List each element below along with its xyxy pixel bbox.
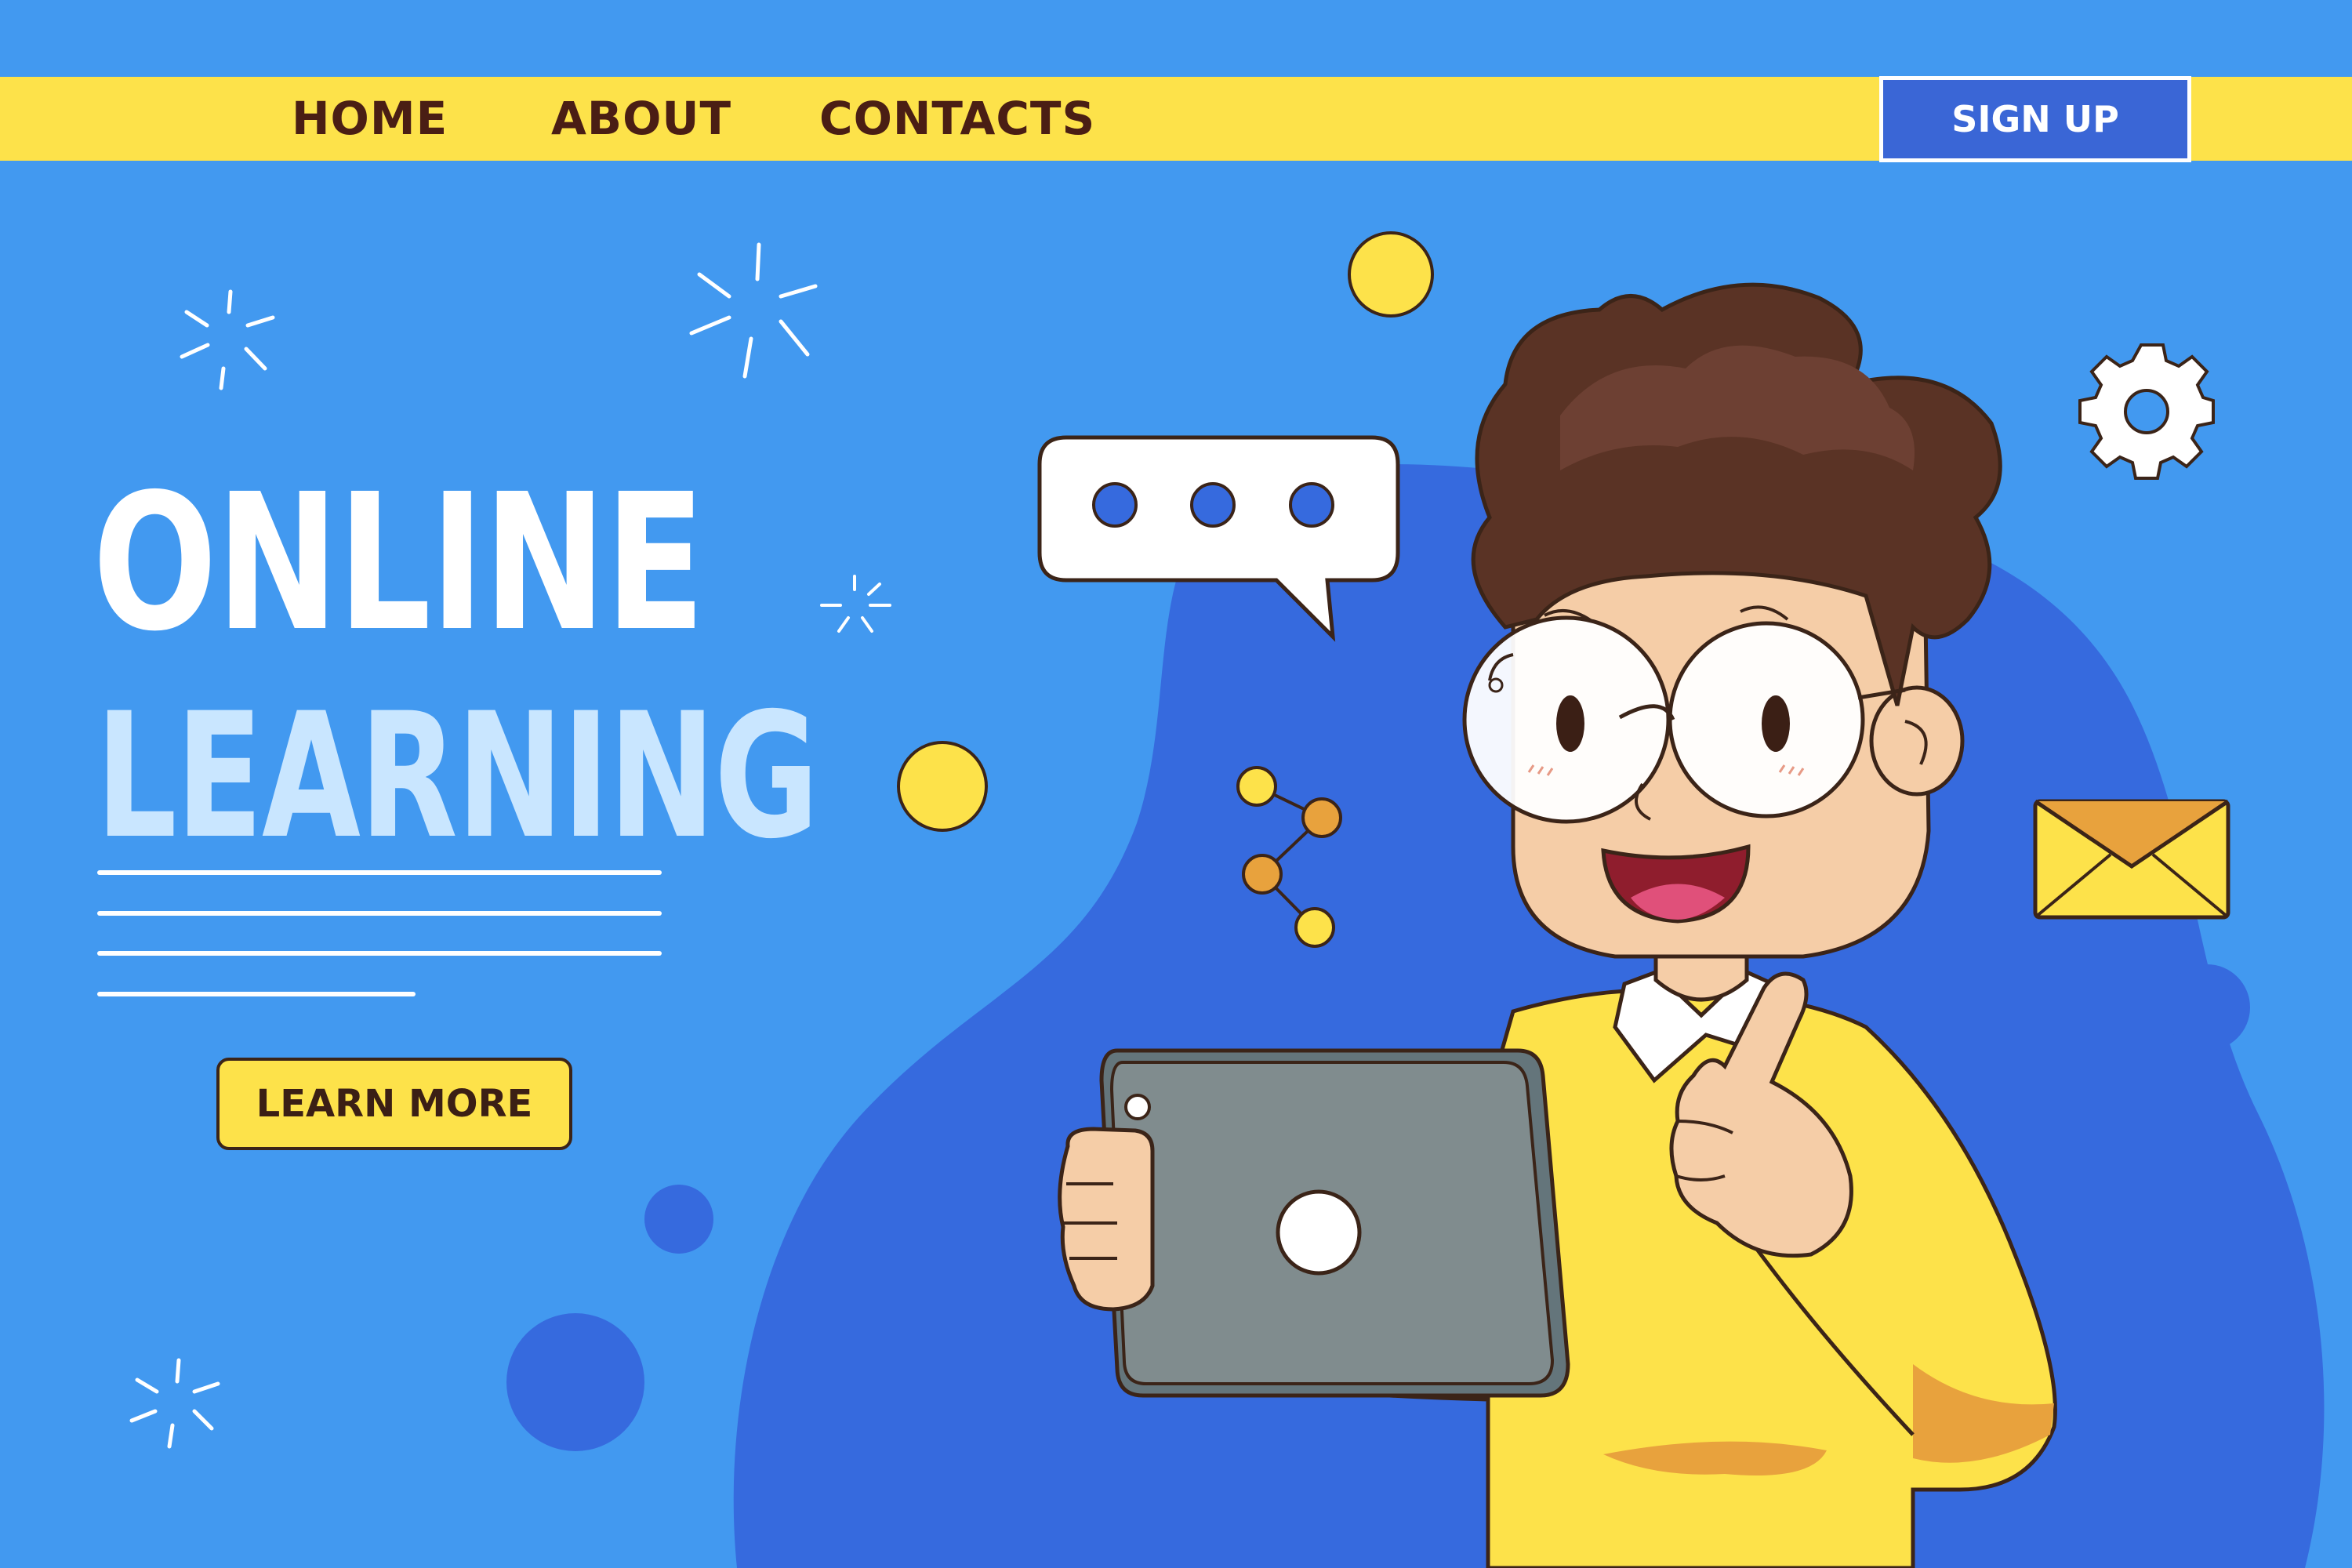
hero-subtitle: LEARNING [96, 676, 819, 877]
learn-more-button[interactable]: LEARN MORE [216, 1058, 572, 1150]
divider-line [97, 870, 662, 875]
deco-circle-blue-3 [2164, 964, 2250, 1051]
left-hand [1058, 1127, 1155, 1312]
nav-about-link[interactable]: ABOUT [551, 77, 731, 161]
divider-line [97, 951, 662, 956]
sparkle-icon [820, 575, 891, 633]
deco-circle-blue-1 [644, 1185, 713, 1254]
sign-up-button[interactable]: SIGN UP [1879, 76, 2191, 162]
deco-circle-blue-2 [506, 1313, 644, 1451]
sparkle-icon [180, 289, 275, 390]
gear-icon [2078, 343, 2215, 480]
tablet-device [1099, 1048, 1570, 1398]
divider-line [97, 911, 662, 916]
deco-circle-yellow-left [897, 741, 988, 832]
deco-circle-yellow-top [1348, 231, 1434, 318]
envelope-icon [2033, 799, 2230, 920]
nav-home-link[interactable]: HOME [292, 77, 448, 161]
hero-title: ONLINE [93, 453, 705, 673]
sparkle-icon [129, 1358, 220, 1449]
sparkle-icon [689, 242, 818, 379]
ear [1869, 685, 1965, 797]
nav-contacts-link[interactable]: CONTACTS [819, 77, 1095, 161]
divider-line [97, 992, 416, 996]
